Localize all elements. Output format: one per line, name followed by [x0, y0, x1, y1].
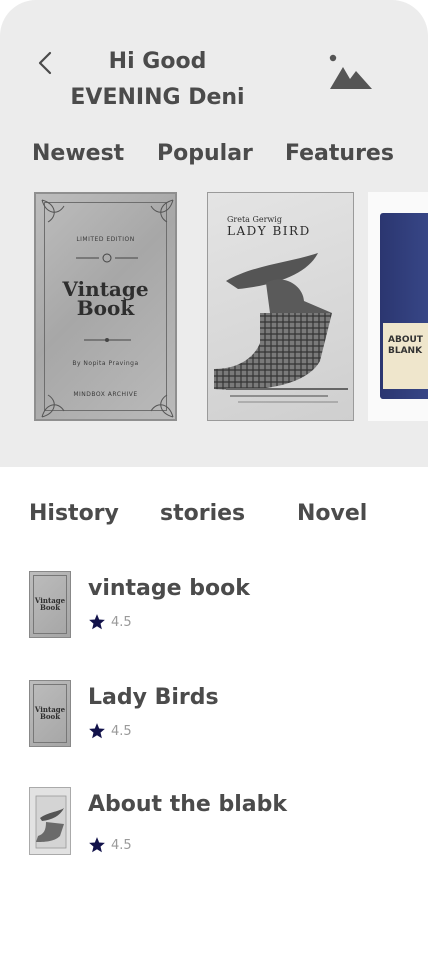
- cover-edition: LIMITED EDITION: [76, 236, 135, 243]
- image-button[interactable]: [326, 52, 376, 92]
- cover-title-line-2: BLANK: [388, 346, 423, 356]
- book-title: About the blabk: [88, 792, 287, 817]
- home-screen: Hi Good EVENING Deni Newest Popular Feat…: [0, 0, 428, 961]
- featured-book-vintage[interactable]: LIMITED EDITION Vintage Book By Nopita P…: [34, 192, 177, 421]
- tab-history[interactable]: History: [29, 498, 119, 530]
- featured-book-about-blank[interactable]: ABOUT BLANK: [368, 192, 428, 421]
- cover-byline: By Nopita Pravinga: [72, 360, 139, 367]
- thumb-title: Vintage Book: [30, 597, 70, 611]
- star-icon: [89, 723, 105, 739]
- list-item[interactable]: Vintage Book Lady Birds 4.5: [0, 675, 428, 755]
- tab-stories[interactable]: stories: [160, 498, 245, 530]
- book-title: vintage book: [88, 576, 250, 601]
- cover-title-line-2: Book: [76, 296, 135, 320]
- featured-book-lady-bird[interactable]: Greta Gerwig LADY BIRD: [207, 192, 354, 421]
- cover-title: Vintage Book: [36, 279, 175, 320]
- rating-value: 4.5: [111, 838, 132, 853]
- bird-thumb-illustration: [35, 795, 67, 849]
- bird-illustration: [214, 253, 348, 403]
- back-button[interactable]: [30, 45, 62, 81]
- star-icon: [89, 614, 105, 630]
- book-thumbnail: [29, 787, 71, 855]
- list-item[interactable]: Vintage Book vintage book 4.5: [0, 566, 428, 646]
- tab-novel[interactable]: Novel: [297, 498, 367, 530]
- cover-publisher: MINDBOX ARCHIVE: [73, 391, 138, 398]
- thumb-title: Vintage Book: [30, 706, 70, 720]
- cover-title: ABOUT BLANK: [388, 335, 423, 357]
- greeting-title: Hi Good EVENING Deni: [60, 44, 255, 116]
- thumb-title-line-2: Book: [39, 603, 61, 612]
- list-item[interactable]: About the blabk 4.5: [0, 782, 428, 862]
- rating-value: 4.5: [111, 615, 132, 630]
- tab-newest[interactable]: Newest: [32, 138, 124, 170]
- image-icon: [329, 54, 372, 89]
- greeting-line-1: Hi Good: [108, 49, 207, 74]
- cover-title-line-1: ABOUT: [388, 335, 423, 345]
- tab-features[interactable]: Features: [285, 138, 394, 170]
- book-thumbnail: Vintage Book: [29, 680, 71, 747]
- rating-value: 4.5: [111, 724, 132, 739]
- book-title: Lady Birds: [88, 685, 219, 710]
- star-icon: [89, 837, 105, 853]
- tab-popular[interactable]: Popular: [157, 138, 253, 170]
- book-thumbnail: Vintage Book: [29, 571, 71, 638]
- chevron-left-icon: [38, 51, 52, 75]
- thumb-title-line-2: Book: [39, 712, 61, 721]
- greeting-line-2: EVENING Deni: [70, 85, 245, 110]
